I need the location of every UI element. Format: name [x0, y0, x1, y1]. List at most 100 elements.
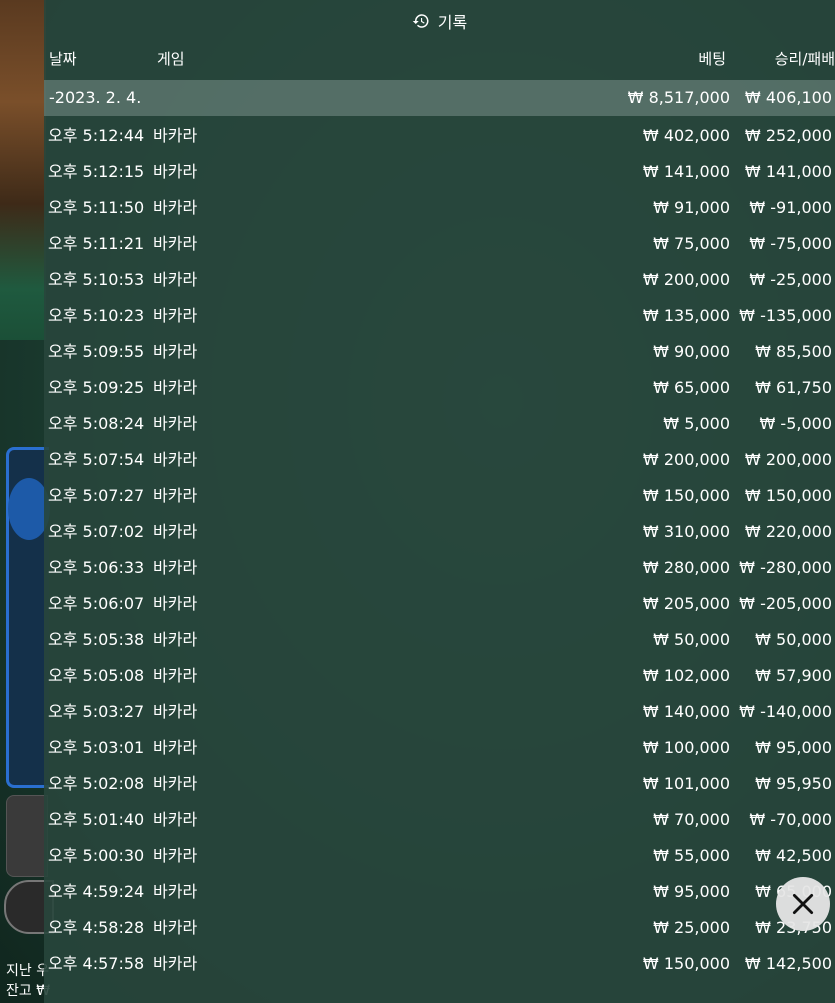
row-game: 바카라 [153, 450, 198, 469]
row-winloss: ₩ 57,900 [755, 666, 832, 685]
row-game: 바카라 [153, 918, 198, 937]
row-time: 오후 5:02:08 [48, 774, 145, 793]
history-row[interactable]: 오후 5:07:27 바카라 ₩ 150,000 ₩ 150,000 [44, 478, 835, 514]
row-winloss: ₩ 95,000 [755, 738, 832, 757]
row-time: 오후 4:59:24 [48, 882, 145, 901]
row-bet: ₩ 200,000 [642, 450, 730, 469]
row-game: 바카라 [153, 774, 198, 793]
history-row[interactable]: 오후 4:58:28바카라₩ 25,000₩ 23,750 [44, 910, 835, 946]
row-time: 오후 5:05:08 [48, 666, 145, 685]
row-winloss: ₩ -91,000 [749, 198, 832, 217]
history-row[interactable]: 오후 5:09:55 바카라 ₩ 90,000 ₩ 85,500 [44, 334, 835, 370]
history-row[interactable]: 오후 5:10:23 바카라 ₩ 135,000 ₩ -135,000 [44, 298, 835, 334]
history-row[interactable]: 오후 5:07:54 바카라 ₩ 200,000 ₩ 200,000 [44, 442, 835, 478]
row-bet: ₩ 280,000 [642, 558, 730, 577]
date-group-bet-total: ₩ 8,517,000 [627, 88, 730, 107]
row-game: 바카라 [153, 126, 198, 145]
row-winloss: ₩ -25,000 [749, 270, 832, 289]
column-header-winloss: 승리/패배 [774, 50, 835, 68]
row-winloss: ₩ -280,000 [739, 558, 832, 577]
row-bet: ₩ 200,000 [642, 270, 730, 289]
row-winloss: ₩ 95,950 [755, 774, 832, 793]
row-winloss: ₩ -140,000 [739, 702, 832, 721]
row-bet: ₩ 55,000 [653, 846, 730, 865]
row-bet: ₩ 102,000 [642, 666, 730, 685]
date-group-row[interactable]: -2023. 2. 4. ₩ 8,517,000 ₩ 406,100 [44, 80, 835, 116]
panel-title: 기록 [437, 13, 468, 32]
row-game: 바카라 [153, 846, 198, 865]
row-game: 바카라 [153, 270, 198, 289]
close-button[interactable] [776, 877, 830, 931]
row-time: 오후 5:01:40 [48, 810, 145, 829]
row-bet: ₩ 70,000 [653, 810, 730, 829]
row-winloss: ₩ 150,000 [744, 486, 832, 505]
history-row[interactable]: 오후 5:05:08 바카라 ₩ 102,000 ₩ 57,900 [44, 658, 835, 694]
history-row[interactable]: 오후 5:09:25 바카라 ₩ 65,000 ₩ 61,750 [44, 370, 835, 406]
history-icon [412, 14, 429, 28]
row-bet: ₩ 90,000 [653, 342, 730, 361]
row-game: 바카라 [153, 954, 198, 973]
row-game: 바카라 [153, 378, 198, 397]
row-bet: ₩ 75,000 [653, 234, 730, 253]
history-row[interactable]: 오후 5:12:15 바카라 ₩ 141,000 ₩ 141,000 [44, 154, 835, 190]
row-bet: ₩ 205,000 [642, 594, 730, 613]
row-time: 오후 4:57:58 [48, 954, 145, 973]
row-game: 바카라 [153, 882, 198, 901]
row-time: 오후 5:03:01 [48, 738, 145, 757]
row-bet: ₩ 141,000 [642, 162, 730, 181]
row-winloss: ₩ 50,000 [755, 630, 832, 649]
history-row[interactable]: 오후 5:12:44 바카라 ₩ 402,000 ₩ 252,000 [44, 118, 835, 154]
row-time: 오후 5:06:07 [48, 594, 145, 613]
row-time: 오후 5:10:53 [48, 270, 145, 289]
row-game: 바카라 [153, 702, 198, 721]
row-time: 오후 5:09:55 [48, 342, 145, 361]
row-bet: ₩ 25,000 [653, 918, 730, 937]
history-row[interactable]: 오후 5:07:02 바카라 ₩ 310,000 ₩ 220,000 [44, 514, 835, 550]
column-header-bet: 베팅 [698, 50, 726, 68]
history-row[interactable]: 오후 5:10:53 바카라 ₩ 200,000 ₩ -25,000 [44, 262, 835, 298]
history-row[interactable]: 오후 5:11:21 바카라 ₩ 75,000 ₩ -75,000 [44, 226, 835, 262]
row-time: 오후 5:05:38 [48, 630, 145, 649]
row-bet: ₩ 135,000 [642, 306, 730, 325]
history-row[interactable]: 오후 4:59:24바카라₩ 95,000₩ 65,000 [44, 874, 835, 910]
history-row[interactable]: 오후 5:08:24 바카라 ₩ 5,000 ₩ -5,000 [44, 406, 835, 442]
row-bet: ₩ 101,000 [642, 774, 730, 793]
row-game: 바카라 [153, 558, 198, 577]
row-game: 바카라 [153, 342, 198, 361]
row-game: 바카라 [153, 486, 198, 505]
column-header-game: 게임 [157, 50, 185, 68]
row-bet: ₩ 150,000 [642, 954, 730, 973]
history-row[interactable]: 오후 5:00:30 바카라 ₩ 55,000 ₩ 42,500 [44, 838, 835, 874]
history-row[interactable]: 오후 5:06:33 바카라 ₩ 280,000 ₩ -280,000 [44, 550, 835, 586]
row-bet: ₩ 50,000 [653, 630, 730, 649]
close-icon [792, 893, 814, 915]
row-game: 바카라 [153, 630, 198, 649]
history-row[interactable]: 오후 5:02:08 바카라 ₩ 101,000 ₩ 95,950 [44, 766, 835, 802]
row-winloss: ₩ 252,000 [744, 126, 832, 145]
row-bet: ₩ 91,000 [653, 198, 730, 217]
row-time: 오후 5:10:23 [48, 306, 145, 325]
row-game: 바카라 [153, 198, 198, 217]
row-bet: ₩ 95,000 [653, 882, 730, 901]
row-bet: ₩ 5,000 [663, 414, 730, 433]
row-game: 바카라 [153, 234, 198, 253]
history-row[interactable]: 오후 5:03:01 바카라 ₩ 100,000 ₩ 95,000 [44, 730, 835, 766]
row-time: 오후 5:12:44 [48, 126, 145, 145]
history-row[interactable]: 오후 5:06:07 바카라 ₩ 205,000 ₩ -205,000 [44, 586, 835, 622]
row-bet: ₩ 402,000 [642, 126, 730, 145]
row-game: 바카라 [153, 522, 198, 541]
background-panel [6, 795, 48, 877]
history-list: 오후 5:12:44 바카라 ₩ 402,000 ₩ 252,000 오후 5:12:1… [44, 118, 835, 1003]
history-row[interactable]: 오후 5:01:40 바카라 ₩ 70,000 ₩ -70,000 [44, 802, 835, 838]
row-game: 바카라 [153, 666, 198, 685]
row-bet: ₩ 150,000 [642, 486, 730, 505]
history-row[interactable]: 오후 4:57:58 바카라 ₩ 150,000 ₩ 142,500 [44, 946, 835, 982]
row-time: 오후 5:03:27 [48, 702, 145, 721]
row-winloss: ₩ 85,500 [755, 342, 832, 361]
row-winloss: ₩ -5,000 [759, 414, 832, 433]
row-winloss: ₩ 220,000 [744, 522, 832, 541]
history-row[interactable]: 오후 5:11:50 바카라 ₩ 91,000 ₩ -91,000 [44, 190, 835, 226]
date-group-winloss-total: ₩ 406,100 [744, 88, 832, 107]
history-row[interactable]: 오후 5:03:27 바카라 ₩ 140,000 ₩ -140,000 [44, 694, 835, 730]
history-row[interactable]: 오후 5:05:38 바카라 ₩ 50,000 ₩ 50,000 [44, 622, 835, 658]
